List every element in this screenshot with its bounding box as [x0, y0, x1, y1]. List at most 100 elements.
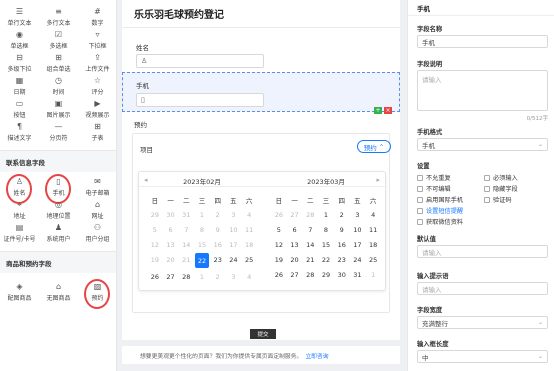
- tool-multi-level-dropdown[interactable]: ⊟ 多级下拉: [0, 52, 39, 75]
- calendar-day[interactable]: 2: [334, 207, 350, 222]
- tool-radio[interactable]: ◉ 单选框: [0, 29, 39, 52]
- calendar-day[interactable]: 13: [287, 237, 303, 252]
- calendar-day[interactable]: 26: [271, 267, 287, 282]
- tool-id-card[interactable]: ▤ 证件号/卡号: [0, 222, 39, 245]
- tool-number[interactable]: # 数字: [78, 6, 117, 29]
- calendar-day[interactable]: 8: [318, 222, 334, 237]
- calendar-day[interactable]: 25: [241, 252, 257, 267]
- calendar-day[interactable]: 22: [195, 253, 209, 268]
- tool-address[interactable]: ⌖ 地址: [0, 199, 39, 222]
- calendar-day[interactable]: 27: [287, 267, 303, 282]
- tool-sub-table[interactable]: ⊞ 子表: [78, 121, 117, 144]
- opt-not-editable[interactable]: 不可编辑: [417, 184, 451, 193]
- calendar-day[interactable]: 30: [334, 267, 350, 282]
- opt-wechat-profile[interactable]: 获取微信资料: [417, 217, 463, 226]
- sms-reminder-link[interactable]: 设置短信提醒: [417, 206, 463, 215]
- calendar-day[interactable]: 5: [271, 222, 287, 237]
- tool-multi-line-text[interactable]: ≡ 多行文本: [39, 6, 78, 29]
- calendar-day[interactable]: 19: [271, 252, 287, 267]
- submit-button[interactable]: 提交: [250, 329, 276, 339]
- dropdown-icon: ▿: [95, 30, 100, 39]
- calendar-day[interactable]: 16: [334, 237, 350, 252]
- tool-description-text[interactable]: ¶ 描述文字: [0, 121, 39, 144]
- calendar-day[interactable]: 26: [147, 269, 163, 284]
- tool-image-display[interactable]: ▣ 图片展示: [39, 98, 78, 121]
- calendar-day[interactable]: 22: [318, 252, 334, 267]
- right-month-title: 2023年03月: [307, 178, 345, 186]
- calendar-day[interactable]: 24: [226, 252, 242, 267]
- opt-no-duplicate[interactable]: 不允重复: [417, 173, 451, 182]
- calendar-day[interactable]: 18: [365, 237, 381, 252]
- calendar-day[interactable]: 17: [350, 237, 366, 252]
- calendar-day[interactable]: 14: [302, 237, 318, 252]
- tool-rating[interactable]: ☆ 评分: [78, 75, 117, 98]
- hint-input[interactable]: 请输入: [417, 282, 548, 295]
- calendar-day[interactable]: 29: [318, 267, 334, 282]
- calendar-day[interactable]: 1: [318, 207, 334, 222]
- tool-button[interactable]: ▭ 按钮: [0, 98, 39, 121]
- tool-reservation[interactable]: ▨ 预约: [78, 279, 117, 309]
- calendar-day[interactable]: 12: [271, 237, 287, 252]
- opt-hidden[interactable]: 隐藏字段: [484, 184, 518, 193]
- consult-link[interactable]: 立即咨询: [305, 351, 328, 360]
- tool-single-line-text[interactable]: ☰ 单行文本: [0, 6, 39, 29]
- tool-website[interactable]: ⌂ 网址: [78, 199, 117, 222]
- tool-video-display[interactable]: ▶ 视频展示: [78, 98, 117, 121]
- field-width-select[interactable]: 充满整行 ⌄: [417, 316, 548, 329]
- name-input[interactable]: ♙: [136, 54, 264, 68]
- tool-user-group[interactable]: ⚇ 用户分组: [78, 222, 117, 245]
- phone-input[interactable]: ▯: [136, 93, 264, 107]
- tool-date[interactable]: ▦ 日期: [0, 75, 39, 98]
- calendar-day[interactable]: 11: [365, 222, 381, 237]
- calendar-day: 4: [247, 272, 252, 281]
- reserve-toggle-button[interactable]: 预约 ⌃: [357, 140, 391, 153]
- field-name-input[interactable]: 手机: [417, 35, 548, 48]
- tool-divider[interactable]: — 分页符: [39, 121, 78, 144]
- tool-time[interactable]: ◷ 时间: [39, 75, 78, 98]
- product-section-title: 商品和预约字段: [0, 251, 116, 273]
- tool-combo-select[interactable]: ⊞ 组合单选: [39, 52, 78, 75]
- field-desc-textarea[interactable]: 请输入: [417, 70, 548, 111]
- tool-person[interactable]: ♙ 姓名: [0, 174, 39, 204]
- tool-checkbox[interactable]: ☑ 多选框: [39, 29, 78, 52]
- tool-product-config[interactable]: ◈ 配图商品: [0, 281, 39, 304]
- radio-icon: ◉: [16, 30, 23, 39]
- phone-field-label: 手机: [136, 82, 149, 90]
- default-value-input[interactable]: 请输入: [417, 245, 548, 258]
- copy-field-icon[interactable]: +: [374, 107, 382, 114]
- calendar-day[interactable]: 25: [365, 252, 381, 267]
- tool-no-image-product[interactable]: ⌂ 无图商品: [39, 281, 78, 304]
- calendar-day[interactable]: 7: [302, 222, 318, 237]
- phone-format-select[interactable]: 手机 ⌄: [417, 138, 548, 151]
- opt-captcha[interactable]: 验证码: [484, 195, 512, 204]
- calendar-day[interactable]: 23: [334, 252, 350, 267]
- calendar-day[interactable]: 9: [334, 222, 350, 237]
- calendar-day[interactable]: 21: [302, 252, 318, 267]
- calendar-day[interactable]: 20: [287, 252, 303, 267]
- default-value-label: 默认值: [417, 236, 436, 243]
- tool-dropdown[interactable]: ▿ 下拉框: [78, 29, 117, 52]
- calendar-day[interactable]: 10: [350, 222, 366, 237]
- calendar-day[interactable]: 27: [163, 269, 179, 284]
- delete-field-icon[interactable]: ×: [384, 107, 392, 114]
- form-title[interactable]: 乐乐羽毛球预约登记: [134, 6, 224, 21]
- tool-location[interactable]: ◎ 地理位置: [39, 199, 78, 222]
- calendar-day[interactable]: 23: [210, 252, 226, 267]
- chevron-down-icon: ⌄: [537, 141, 543, 148]
- calendar-day[interactable]: 31: [350, 267, 366, 282]
- tool-phone[interactable]: ▯ 手机: [39, 174, 78, 204]
- calendar-day[interactable]: 15: [318, 237, 334, 252]
- opt-required[interactable]: 必须输入: [484, 173, 518, 182]
- opt-intl-phone[interactable]: 启用国际手机: [417, 195, 463, 204]
- weekday-header: 一: [167, 196, 174, 205]
- calendar-day[interactable]: 28: [302, 267, 318, 282]
- input-length-select[interactable]: 中 ⌄: [417, 350, 548, 363]
- tool-email[interactable]: ✉ 电子邮箱: [78, 176, 117, 199]
- calendar-day[interactable]: 3: [350, 207, 366, 222]
- calendar-day[interactable]: 4: [365, 207, 381, 222]
- tool-system-user[interactable]: ♟ 系统用户: [39, 222, 78, 245]
- calendar-day[interactable]: 24: [350, 252, 366, 267]
- calendar-day[interactable]: 28: [178, 269, 194, 284]
- calendar-day[interactable]: 6: [287, 222, 303, 237]
- tool-upload-file[interactable]: ⇪ 上传文件: [78, 52, 117, 75]
